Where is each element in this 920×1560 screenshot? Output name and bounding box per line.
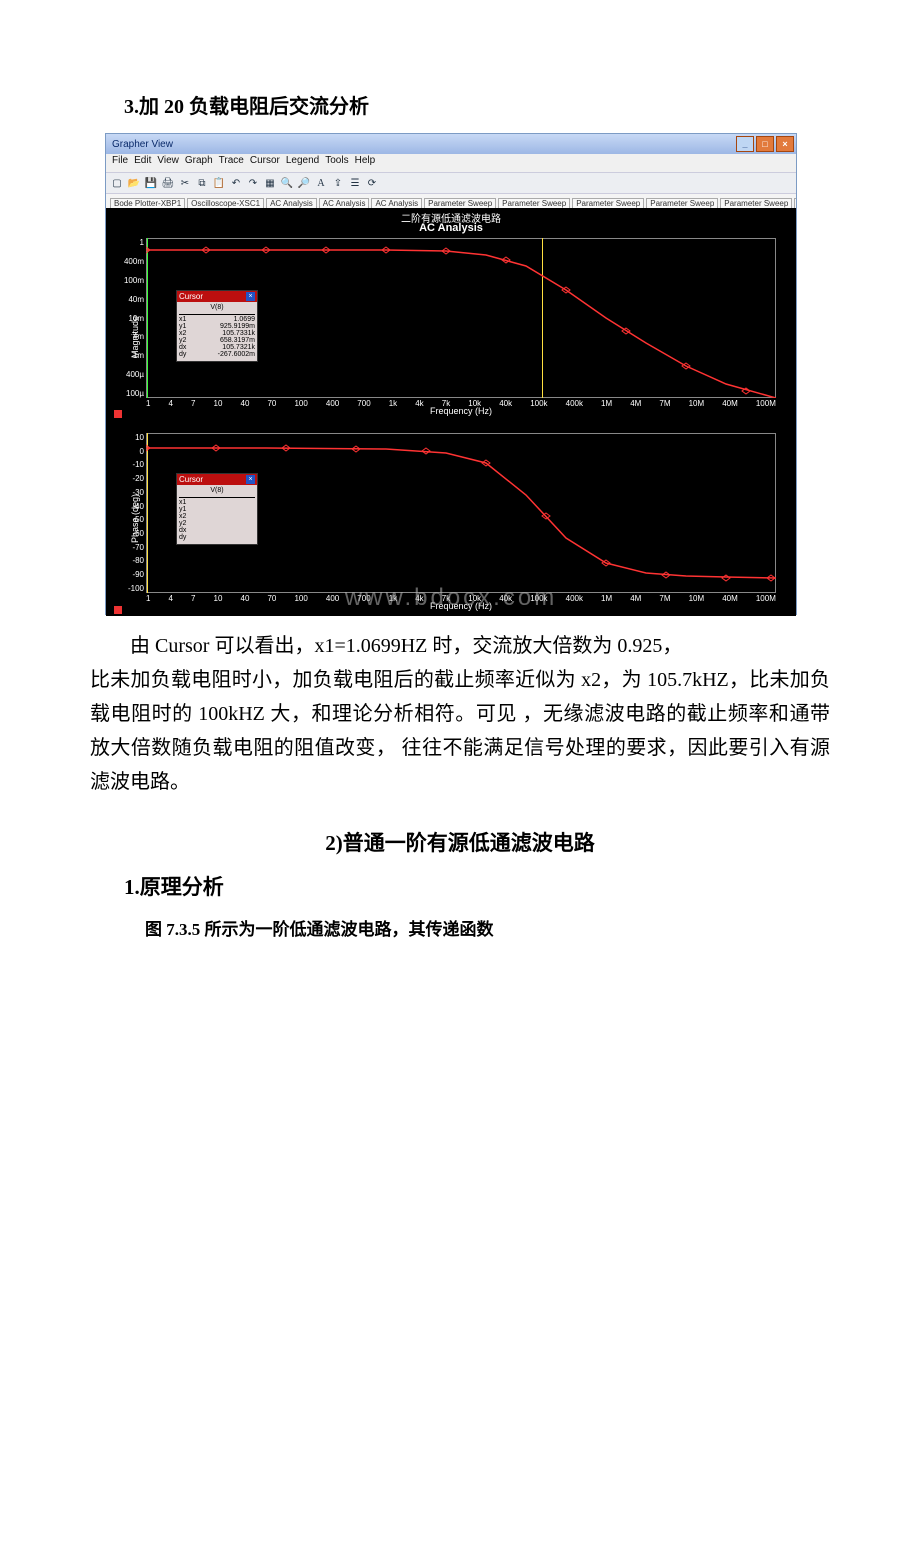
menu-help[interactable]: Help <box>355 155 376 171</box>
heading-number: 1. <box>124 875 140 899</box>
minimize-button[interactable]: _ <box>736 136 754 152</box>
legend-icon[interactable]: ☰ <box>348 176 362 190</box>
cursor-panel-title[interactable]: Cursor × <box>177 291 257 302</box>
x-axis-label: Frequency (Hz) <box>146 601 776 611</box>
open-icon[interactable]: 📂 <box>127 176 141 190</box>
cursor-close-icon[interactable]: × <box>246 292 255 301</box>
titlebar[interactable]: Grapher View _ □ × <box>106 134 796 154</box>
plot-area: 二阶有源低通滤波电路 AC Analysis Magnitude <box>106 208 796 616</box>
tab[interactable]: AC Analysis <box>266 198 317 208</box>
save-icon[interactable]: 💾 <box>144 176 158 190</box>
cursor-body: V(8) x11.0699 y1925.9199m x2105.7331k y2… <box>177 302 257 361</box>
menu-edit[interactable]: Edit <box>134 155 151 171</box>
copy-icon[interactable]: ⧉ <box>195 176 209 190</box>
export-icon[interactable]: ⇪ <box>331 176 345 190</box>
tab[interactable]: Bode Plotter-XBP1 <box>110 198 185 208</box>
cursor-panel-1[interactable]: Cursor × V(8) x11.0699 y1925.9199m x2105… <box>176 290 258 362</box>
grapher-window: Grapher View _ □ × File Edit View Graph … <box>105 133 797 615</box>
tab[interactable]: Oscilloscope-XSC1 <box>187 198 264 208</box>
paste-icon[interactable]: 📋 <box>212 176 226 190</box>
menu-tools[interactable]: Tools <box>325 155 348 171</box>
menu-graph[interactable]: Graph <box>185 155 213 171</box>
refresh-icon[interactable]: ⟳ <box>365 176 379 190</box>
tab[interactable]: Parameter Sweep <box>646 198 718 208</box>
tab[interactable]: Parameter Sweep <box>572 198 644 208</box>
heading-section-3: 3.加 20 负载电阻后交流分析 <box>124 90 830 119</box>
para-line: 由 Cursor 可以看出，x1=1.0699HZ 时，交流放大倍数为 0.92… <box>90 629 830 663</box>
cursor-panel-title[interactable]: Cursor × <box>177 474 257 485</box>
heading-number: 3. <box>124 96 139 118</box>
tab-row[interactable]: Bode Plotter-XBP1 Oscilloscope-XSC1 AC A… <box>106 194 796 208</box>
tab[interactable]: AC Analysis <box>794 198 796 208</box>
y-ticks: 10 0 -10 -20 -30 -40 -50 -60 -70 -80 -90… <box>114 433 144 593</box>
heading-text: 加 20 负载电阻后交流分析 <box>139 96 369 118</box>
y-ticks: 1 400m 100m 40m 10m 4m 1m 400µ 100µ <box>114 238 144 398</box>
cursor-body: V(8) x1 y1 x2 y2 dx dy <box>177 485 257 544</box>
menu-view[interactable]: View <box>157 155 179 171</box>
restore-button[interactable]: □ <box>756 136 774 152</box>
toolbar[interactable]: ▢ 📂 💾 🖨 ✂ ⧉ 📋 ↶ ↷ ▦ 🔍 🔎 A ⇪ ☰ ⟳ <box>106 172 796 194</box>
heading-sub-1: 1.原理分析 <box>124 871 830 901</box>
zoom-out-icon[interactable]: 🔎 <box>297 176 311 190</box>
trace-legend-marker[interactable] <box>114 606 122 614</box>
cut-icon[interactable]: ✂ <box>178 176 192 190</box>
tab[interactable]: AC Analysis <box>319 198 370 208</box>
close-button[interactable]: × <box>776 136 794 152</box>
redo-icon[interactable]: ↷ <box>246 176 260 190</box>
magnitude-plot[interactable]: Magnitude 1 400m 100m 40m 10m 4m 1m 400µ… <box>146 238 776 398</box>
grid-icon[interactable]: ▦ <box>263 176 277 190</box>
zoom-in-icon[interactable]: 🔍 <box>280 176 294 190</box>
menu-cursor[interactable]: Cursor <box>250 155 280 171</box>
tab[interactable]: Parameter Sweep <box>720 198 792 208</box>
tab[interactable]: AC Analysis <box>371 198 422 208</box>
document-page: 3.加 20 负载电阻后交流分析 Grapher View _ □ × File… <box>0 0 920 1560</box>
menu-file[interactable]: File <box>112 155 128 171</box>
body-paragraph: 由 Cursor 可以看出，x1=1.0699HZ 时，交流放大倍数为 0.92… <box>90 629 830 799</box>
heading-prefix: 2) <box>325 831 343 855</box>
para-line: 比未加负载电阻时小，加负载电阻后的截止频率近似为 x2，为 <box>90 669 642 691</box>
window-title: Grapher View <box>112 139 173 150</box>
window-buttons: _ □ × <box>736 136 794 152</box>
trace-legend-marker[interactable] <box>114 410 122 418</box>
plot-title-en: AC Analysis <box>106 222 796 234</box>
menubar[interactable]: File Edit View Graph Trace Cursor Legend… <box>106 154 796 172</box>
menu-trace[interactable]: Trace <box>219 155 244 171</box>
heading-text: 普通一阶有源低通滤波电路 <box>343 831 595 855</box>
heading-text: 原理分析 <box>140 875 224 899</box>
print-icon[interactable]: 🖨 <box>161 176 175 190</box>
tab[interactable]: Parameter Sweep <box>498 198 570 208</box>
x-axis-label: Frequency (Hz) <box>146 406 776 416</box>
figure-caption: 图 7.3.5 所示为一阶低通滤波电路，其传递函数 <box>145 915 830 940</box>
undo-icon[interactable]: ↶ <box>229 176 243 190</box>
cursor-panel-2[interactable]: Cursor × V(8) x1 y1 x2 y2 dx dy <box>176 473 258 545</box>
new-icon[interactable]: ▢ <box>110 176 124 190</box>
cursor-close-icon[interactable]: × <box>246 475 255 484</box>
tab[interactable]: Parameter Sweep <box>424 198 496 208</box>
heading-section-2): 2)普通一阶有源低通滤波电路 <box>90 827 830 857</box>
menu-legend[interactable]: Legend <box>286 155 319 171</box>
phase-plot[interactable]: Phase (deg) 10 0 -10 -20 -30 -40 -50 -60… <box>146 433 776 593</box>
marker-a-icon[interactable]: A <box>314 176 328 190</box>
